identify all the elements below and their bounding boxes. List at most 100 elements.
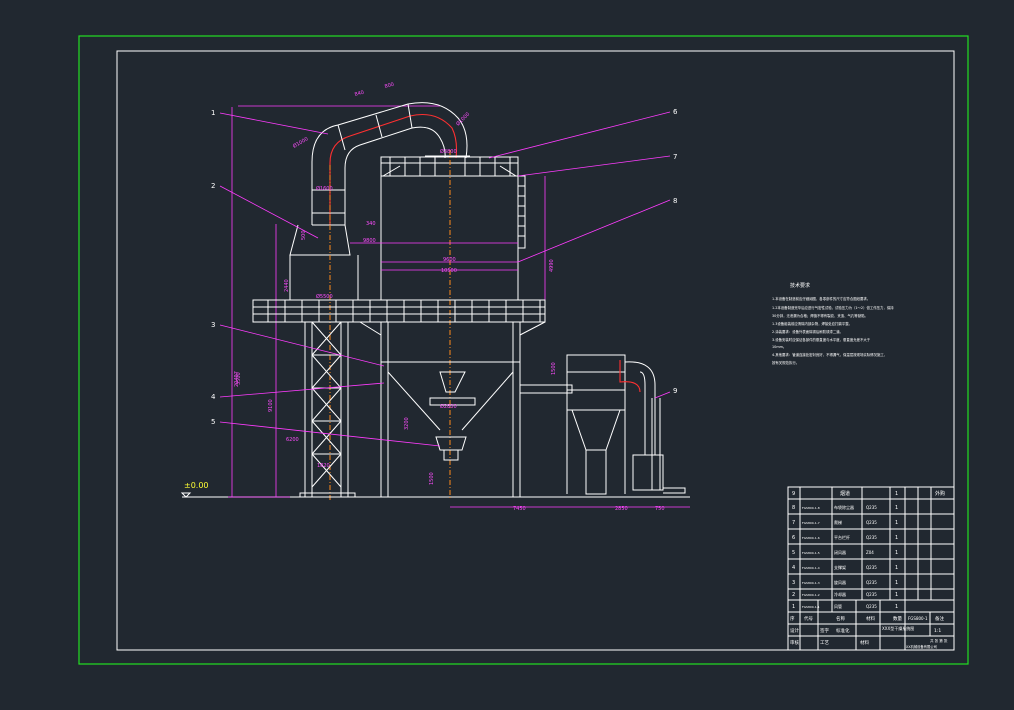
dim-2440: 2440 <box>284 279 290 292</box>
tb-design: 设计 <box>790 627 799 634</box>
tb-qty-1: 1 <box>895 604 898 610</box>
tb-header-qty: 数量 <box>893 615 902 622</box>
dim-phi5500: Ø5500 <box>316 293 333 300</box>
bom-row-5-material: Z04 <box>866 550 874 555</box>
bom-row-3-name: 旋风器 <box>834 579 846 585</box>
leader-lines <box>219 111 671 447</box>
cad-drawing-canvas: ±0.00 1 2 3 4 5 6 7 8 9 840 800 Ø1000 Ø1… <box>78 35 969 665</box>
dim-340: 340 <box>366 221 376 227</box>
note-line-3: 30分钟，无泄漏为合格；焊缝不得有裂纹、夹渣、气孔等缺陷。 <box>772 313 868 318</box>
bom-row-6-material: Q235 <box>866 535 877 540</box>
note-line-1: 1.本设备在制造前应仔细阅图，各零部件的尺寸应符合图纸要求。 <box>772 296 870 301</box>
dim-6200: 6200 <box>286 437 299 443</box>
bom-row-4-code: FGS800-1-4 <box>802 566 820 570</box>
bom-row-9-qty: 1 <box>895 491 898 497</box>
tb-material-label: 材料 <box>860 639 869 646</box>
tb-process: 工艺 <box>820 640 829 646</box>
bom-row-3-qty: 1 <box>895 580 898 586</box>
bom-row-9-note: 外购 <box>935 490 945 497</box>
tb-drawing-no: FGS800-1 <box>908 616 928 621</box>
dim-800: 800 <box>384 82 395 90</box>
bom-row-3-code: FGS800-1-3 <box>802 581 820 585</box>
bom-row-8-qty: 1 <box>895 505 898 511</box>
drawing-border <box>116 50 955 651</box>
dim-840: 840 <box>354 90 365 98</box>
bom-row-3-material: Q235 <box>866 580 877 585</box>
note-line-6: 3.设备安装时应保证各部件的垂直度与水平度，垂直度允差不大于 <box>772 337 871 342</box>
bom-row-7-material: Q235 <box>866 520 877 525</box>
callout-9: 9 <box>673 387 677 395</box>
bom-row-4-name: 支撑架 <box>834 564 846 570</box>
tb-seq-header: 1 <box>792 604 795 610</box>
tb-review: 审核 <box>790 639 799 646</box>
dim-9100: 9100 <box>268 399 274 412</box>
bom-row-4-qty: 1 <box>895 565 898 571</box>
dim-20497: 20497 <box>234 371 240 387</box>
dim-phi3800: Ø3800 <box>440 148 457 155</box>
dimension-labels: 840 800 Ø1000 Ø1000 Ø1600 Ø3800 340 9800… <box>234 82 690 512</box>
bom-row-2-qty: 1 <box>895 592 898 598</box>
bom-row-5-qty: 1 <box>895 550 898 556</box>
bom-row-6-name: 平台栏杆 <box>834 534 850 540</box>
dim-phi1000-a: Ø1000 <box>292 135 310 149</box>
tb-standard: 标准化 <box>836 627 850 634</box>
tb-designer-sig: 签字 <box>820 627 829 634</box>
dim-9600: 9600 <box>443 257 456 263</box>
bom-row-2-name: 冷却器 <box>834 591 846 597</box>
bom-row-2-seq: 2 <box>792 592 795 598</box>
tb-company: XX机械设备有限公司 <box>906 644 937 649</box>
bom-row-2-material: Q235 <box>866 592 877 597</box>
dim-phi1600: Ø1600 <box>316 185 333 192</box>
bom-row-9-name: 烟道 <box>840 490 850 497</box>
tb-sheet: 共 张 第 张 <box>930 638 948 643</box>
note-line-4: 1.3设备组装前应清除内部杂物，焊接处应打磨平整。 <box>772 321 852 326</box>
dim-500: 500 <box>301 230 307 240</box>
bom-row-8-seq: 8 <box>792 505 795 511</box>
dim-9800: 9800 <box>363 238 376 244</box>
note-line-8: 4.其他要求：管道连接处密封良好，不得漏气，保温层按现场实际情况施工， <box>772 352 887 357</box>
callout-6: 6 <box>673 108 678 116</box>
callout-2: 2 <box>211 182 215 190</box>
ladder <box>518 175 526 249</box>
technical-notes: 技术要求 1.本设备在制造前应仔细阅图，各零部件的尺寸应符合图纸要求。 1.2本… <box>772 282 894 365</box>
tb-scale: 1:1 <box>934 628 941 634</box>
tb-code-1: FGS800-1-1 <box>802 605 820 609</box>
bom-row-4-seq: 4 <box>792 565 795 571</box>
bom-row-5-seq: 5 <box>792 550 795 556</box>
bom-row-5-name: 闭风器 <box>834 549 846 555</box>
callout-1: 1 <box>211 109 215 117</box>
ground-level-label: ±0.00 <box>184 481 209 490</box>
tb-material-1: Q235 <box>866 604 877 609</box>
tb-header-material: 材料 <box>866 615 875 622</box>
bom-row-8-name: 布袋除尘器 <box>834 504 854 510</box>
notes-title: 技术要求 <box>790 282 810 289</box>
tb-header-name: 名称 <box>836 615 845 622</box>
bom-row-9-seq: 9 <box>792 491 795 497</box>
dim-phi2800: Ø2800 <box>440 403 457 410</box>
callout-3: 3 <box>211 321 215 329</box>
bom-row-6-seq: 6 <box>792 535 795 541</box>
tb-name-1: 风管 <box>834 603 842 609</box>
bom-row-4-material: Q235 <box>866 565 877 570</box>
tb-drawing-title: XXX型干燥系统图 <box>882 625 914 631</box>
bom-row-5-code: FGS800-1-5 <box>802 551 820 555</box>
callout-8: 8 <box>673 197 677 205</box>
callout-5: 5 <box>211 418 215 426</box>
platform <box>252 299 546 323</box>
bom-row-8-code: FGS800-1-8 <box>802 506 820 510</box>
bom-row-7-seq: 7 <box>792 520 795 526</box>
bom-row-7-name: 爬梯 <box>834 519 842 525</box>
dim-3200: 3200 <box>404 417 410 430</box>
title-block: 1 FGS800-1-1 风管 Q235 1 序 代号 名称 数量 材料 备注 … <box>790 603 948 649</box>
dim-10500: 10500 <box>441 268 457 274</box>
tb-header-code: 代号 <box>804 615 813 622</box>
left-dimension-lines <box>228 105 440 498</box>
bom-row-6-qty: 1 <box>895 535 898 541</box>
note-line-2: 1.2本设备制造完毕后应进行气密性试验，试验压力为（1～2）倍工作压力，保持 <box>772 305 894 310</box>
callout-4: 4 <box>211 393 216 401</box>
bom-row-7-qty: 1 <box>895 520 898 526</box>
bom-row-2-code: FGS800-1-2 <box>802 593 820 597</box>
tb-header-seq: 序 <box>790 615 795 622</box>
dim-4990: 4990 <box>549 259 555 272</box>
note-line-5: 2.涂装要求：设备外表面除锈后刷防锈漆二道。 <box>772 329 843 334</box>
